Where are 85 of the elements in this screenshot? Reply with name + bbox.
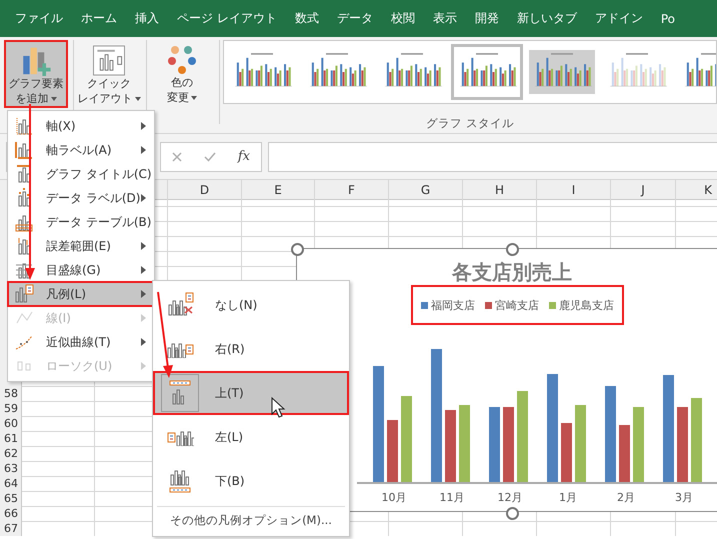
submenu-arrow-icon <box>141 242 146 250</box>
resize-handle[interactable] <box>506 243 519 256</box>
row-number: 63 <box>3 461 19 476</box>
legend-label: 宮崎支店 <box>495 298 539 312</box>
ribbon-tab[interactable]: 表示 <box>424 10 466 27</box>
menu-item[interactable]: 軸ラベル(A) <box>8 138 154 162</box>
ribbon-tab[interactable]: ページ レイアウト <box>168 10 286 27</box>
column-header[interactable]: I <box>537 180 610 200</box>
axis-label: 10月 <box>380 490 408 505</box>
bar <box>561 423 572 482</box>
ribbon-button[interactable]: クイック レイアウト <box>77 40 141 108</box>
submenu-arrow-icon <box>141 290 146 298</box>
submenu-arrow-icon <box>141 338 146 346</box>
menu-item[interactable]: 上(T) <box>153 371 349 415</box>
submenu-arrow-icon <box>141 122 146 130</box>
chart-legend[interactable]: 福岡支店 宮崎支店 鹿児島支店 <box>411 285 624 325</box>
ribbon-tab[interactable]: データ <box>328 10 382 27</box>
menu-item[interactable]: データ ラベル(D) <box>8 186 154 210</box>
ribbon-tab[interactable]: アドイン <box>586 10 652 27</box>
ribbon-tab[interactable]: 新しいタブ <box>508 10 586 27</box>
legend-label: 福岡支店 <box>431 298 475 312</box>
quick-layout-icon <box>92 45 126 76</box>
legend-label: 鹿児島支店 <box>559 298 614 312</box>
row-number: 60 <box>3 416 19 431</box>
menu-item[interactable]: 軸(X) <box>8 114 154 138</box>
row-number: 65 <box>3 491 19 506</box>
menu-item[interactable]: その他の凡例オプション(M)... <box>157 506 345 536</box>
submenu-arrow-icon <box>141 146 146 154</box>
ribbon-tab[interactable]: ファイル <box>6 10 72 27</box>
axis-label: 1月 <box>558 490 578 505</box>
chart-style-thumbnail[interactable] <box>451 44 523 100</box>
ribbon-tab[interactable]: 開発 <box>466 10 508 27</box>
ribbon-button[interactable]: グラフ要素 を追加 <box>4 40 68 108</box>
menu-item[interactable]: データ テーブル(B) <box>8 210 154 234</box>
column-header[interactable]: H <box>463 180 536 200</box>
chart-title: 各支店別売上 <box>450 259 573 286</box>
menu-item[interactable]: 近似曲線(T) <box>8 330 154 354</box>
ribbon-tab[interactable]: ホーム <box>72 10 126 27</box>
column-header[interactable]: G <box>389 180 462 200</box>
axis-label: 12月 <box>496 490 524 505</box>
row-number: 59 <box>3 401 19 416</box>
submenu-arrow-icon <box>141 194 146 202</box>
axis-label: 2月 <box>616 490 636 505</box>
menu-item[interactable]: 凡例(L) <box>8 282 154 306</box>
ribbon-tab[interactable]: 校閲 <box>382 10 424 27</box>
chart-option-icon <box>14 116 34 136</box>
ribbon-tab[interactable]: 数式 <box>286 10 328 27</box>
axis-label: 11月 <box>438 490 466 505</box>
row-number: 64 <box>3 476 19 491</box>
color-palette-icon <box>167 45 197 75</box>
column-header[interactable]: K <box>676 180 717 200</box>
axis-label: 3月 <box>674 490 694 505</box>
bar <box>619 425 630 482</box>
row-number: 66 <box>3 506 19 521</box>
column-header[interactable]: D <box>168 180 241 200</box>
row-number: 62 <box>3 446 19 461</box>
bar <box>445 410 456 482</box>
caret-icon <box>191 96 197 100</box>
formula-input[interactable] <box>268 142 717 172</box>
insert-function-button[interactable]: fx <box>238 149 250 164</box>
chart-option-icon <box>14 140 34 160</box>
submenu-arrow-icon <box>141 314 146 322</box>
bar <box>387 420 398 482</box>
row-number: 61 <box>3 431 19 446</box>
row-number: 58 <box>3 386 19 401</box>
ribbon-tab[interactable]: Po <box>652 12 684 26</box>
menu-item[interactable]: 誤差範囲(E) <box>8 234 154 258</box>
resize-handle[interactable] <box>506 507 519 520</box>
check-icon[interactable] <box>204 152 216 162</box>
resize-handle[interactable] <box>291 243 304 256</box>
submenu-arrow-icon <box>141 362 146 370</box>
column-header[interactable]: J <box>611 180 675 200</box>
caret-icon <box>50 96 56 100</box>
caret-icon <box>134 96 140 100</box>
chart-option-icon <box>14 284 34 304</box>
column-header[interactable]: E <box>242 180 314 200</box>
cursor-icon <box>272 396 286 418</box>
menu-item[interactable]: グラフ タイトル(C) <box>8 162 154 186</box>
column-header[interactable]: F <box>315 180 388 200</box>
menu-item[interactable]: 目盛線(G) <box>8 258 154 282</box>
group-label: グラフ スタイル <box>426 116 514 131</box>
submenu-arrow-icon <box>141 266 146 274</box>
ribbon-tab[interactable]: 挿入 <box>126 10 168 27</box>
ribbon-button[interactable]: 色の 変更 <box>150 40 214 108</box>
row-number: 67 <box>3 521 19 536</box>
